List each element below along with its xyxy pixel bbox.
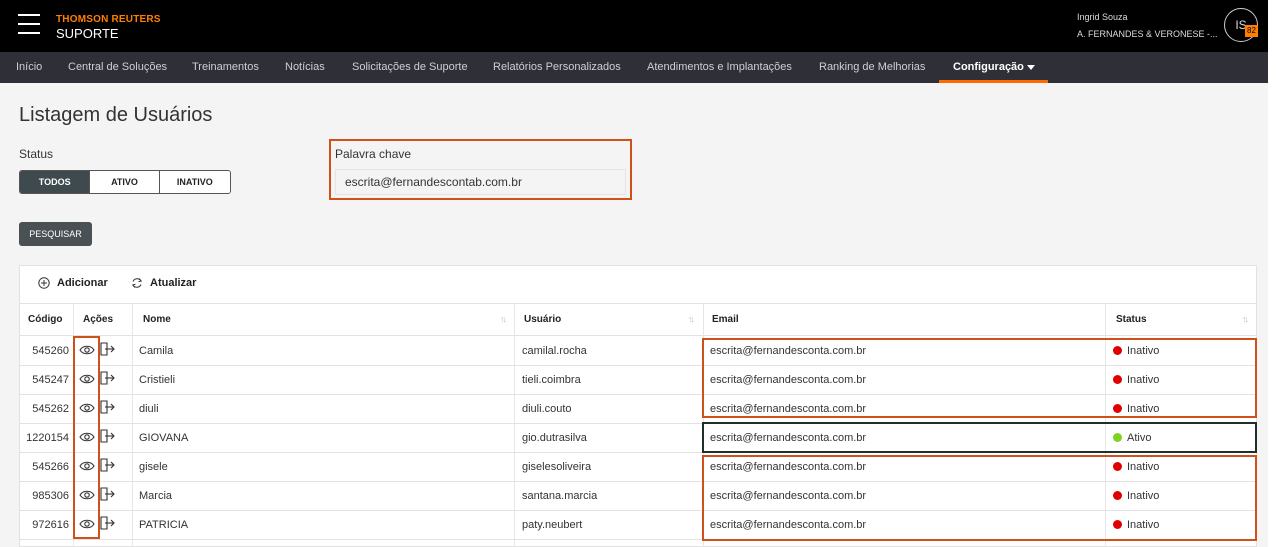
notification-badge: 82 bbox=[1245, 25, 1258, 37]
status-ativo-button[interactable]: ATIVO bbox=[90, 171, 160, 193]
cell-codigo: 545247 bbox=[32, 374, 69, 386]
add-button[interactable]: Adicionar bbox=[38, 277, 108, 289]
nav-treinamentos[interactable]: Treinamentos bbox=[192, 52, 259, 83]
cell-codigo: 972616 bbox=[32, 519, 69, 531]
cell-nome: PATRICIA bbox=[139, 519, 189, 531]
active-row-highlight bbox=[702, 422, 1257, 453]
nav-central-solucoes[interactable]: Central de Soluções bbox=[68, 52, 167, 83]
nav-atendimentos[interactable]: Atendimentos e Implantações bbox=[647, 52, 792, 83]
keyword-input[interactable] bbox=[335, 169, 626, 195]
plus-circle-icon bbox=[38, 277, 50, 289]
column-header-acoes: Ações bbox=[83, 314, 114, 325]
user-name: Ingrid Souza bbox=[1077, 12, 1128, 22]
column-header-status[interactable]: Status bbox=[1116, 314, 1147, 325]
user-company: A. FERNANDES & VERONESE -... bbox=[1077, 29, 1218, 39]
sort-icon[interactable]: ↑↓ bbox=[1242, 314, 1249, 324]
cell-usuario: santana.marcia bbox=[522, 490, 598, 502]
cell-codigo: 985306 bbox=[32, 490, 69, 502]
chevron-down-icon bbox=[1026, 64, 1035, 70]
cell-nome: gisele bbox=[139, 461, 168, 473]
login-as-icon[interactable] bbox=[100, 342, 116, 361]
cell-usuario: diuli.couto bbox=[522, 403, 572, 415]
grid-toolbar-divider bbox=[19, 303, 1257, 304]
nav-relatorios[interactable]: Relatórios Personalizados bbox=[493, 52, 621, 83]
nav-inicio[interactable]: Início bbox=[16, 52, 42, 83]
cell-usuario: paty.neubert bbox=[522, 519, 583, 531]
cell-codigo: 545266 bbox=[32, 461, 69, 473]
cell-codigo: 545260 bbox=[32, 345, 69, 357]
brand-company: THOMSON REUTERS bbox=[56, 14, 161, 25]
main-nav: Início Central de Soluções Treinamentos … bbox=[0, 52, 1268, 83]
login-as-icon[interactable] bbox=[100, 371, 116, 390]
brand-product: SUPORTE bbox=[56, 26, 119, 41]
nav-solicitacoes-suporte[interactable]: Solicitações de Suporte bbox=[352, 52, 468, 83]
window-edge bbox=[1268, 0, 1277, 547]
nav-configuracao[interactable]: Configuração bbox=[953, 52, 1035, 83]
nav-noticias[interactable]: Notícias bbox=[285, 52, 325, 83]
column-header-nome[interactable]: Nome bbox=[143, 314, 171, 325]
keyword-label: Palavra chave bbox=[335, 147, 412, 161]
sort-icon[interactable]: ↑↓ bbox=[500, 314, 507, 324]
grid-header-divider bbox=[19, 335, 1257, 336]
page-title: Listagem de Usuários bbox=[19, 104, 213, 126]
inactive-group-highlight bbox=[702, 338, 1257, 418]
cell-nome: Cristieli bbox=[139, 374, 176, 386]
sort-icon[interactable]: ↑↓ bbox=[688, 314, 695, 324]
login-as-icon[interactable] bbox=[100, 400, 116, 419]
cell-usuario: giselesoliveira bbox=[522, 461, 592, 473]
cell-nome: Camila bbox=[139, 345, 174, 357]
status-filter-label: Status bbox=[19, 147, 54, 161]
column-header-codigo[interactable]: Código bbox=[28, 314, 62, 325]
cell-codigo: 545262 bbox=[32, 403, 69, 415]
refresh-button[interactable]: Atualizar bbox=[131, 277, 196, 289]
hamburger-menu-icon[interactable] bbox=[18, 14, 40, 34]
login-as-icon[interactable] bbox=[100, 458, 116, 477]
status-todos-button[interactable]: TODOS bbox=[20, 171, 91, 193]
add-label: Adicionar bbox=[57, 277, 108, 289]
top-header bbox=[0, 0, 1277, 52]
cell-usuario: gio.dutrasilva bbox=[522, 432, 587, 444]
active-tab-indicator bbox=[939, 80, 1048, 83]
login-as-icon[interactable] bbox=[100, 487, 116, 506]
login-as-icon[interactable] bbox=[100, 429, 116, 448]
cell-usuario: tieli.coimbra bbox=[522, 374, 581, 386]
cell-codigo: 1220154 bbox=[26, 432, 69, 444]
cell-usuario: camilal.rocha bbox=[522, 345, 587, 357]
column-header-usuario[interactable]: Usuário bbox=[524, 314, 561, 325]
cell-nome: GIOVANA bbox=[139, 432, 189, 444]
cell-nome: diuli bbox=[139, 403, 159, 415]
nav-configuracao-label: Configuração bbox=[953, 61, 1024, 73]
column-header-email[interactable]: Email bbox=[712, 314, 739, 325]
status-filter: TODOS ATIVO INATIVO bbox=[19, 170, 231, 194]
inactive-group-highlight bbox=[702, 455, 1257, 541]
login-as-icon[interactable] bbox=[100, 516, 116, 535]
refresh-icon bbox=[131, 278, 143, 288]
nav-ranking-melhorias[interactable]: Ranking de Melhorias bbox=[819, 52, 925, 83]
refresh-label: Atualizar bbox=[150, 277, 197, 289]
actions-highlight bbox=[73, 336, 100, 539]
cell-nome: Marcia bbox=[139, 490, 173, 502]
search-button[interactable]: PESQUISAR bbox=[19, 222, 92, 246]
status-inativo-button[interactable]: INATIVO bbox=[159, 171, 230, 193]
